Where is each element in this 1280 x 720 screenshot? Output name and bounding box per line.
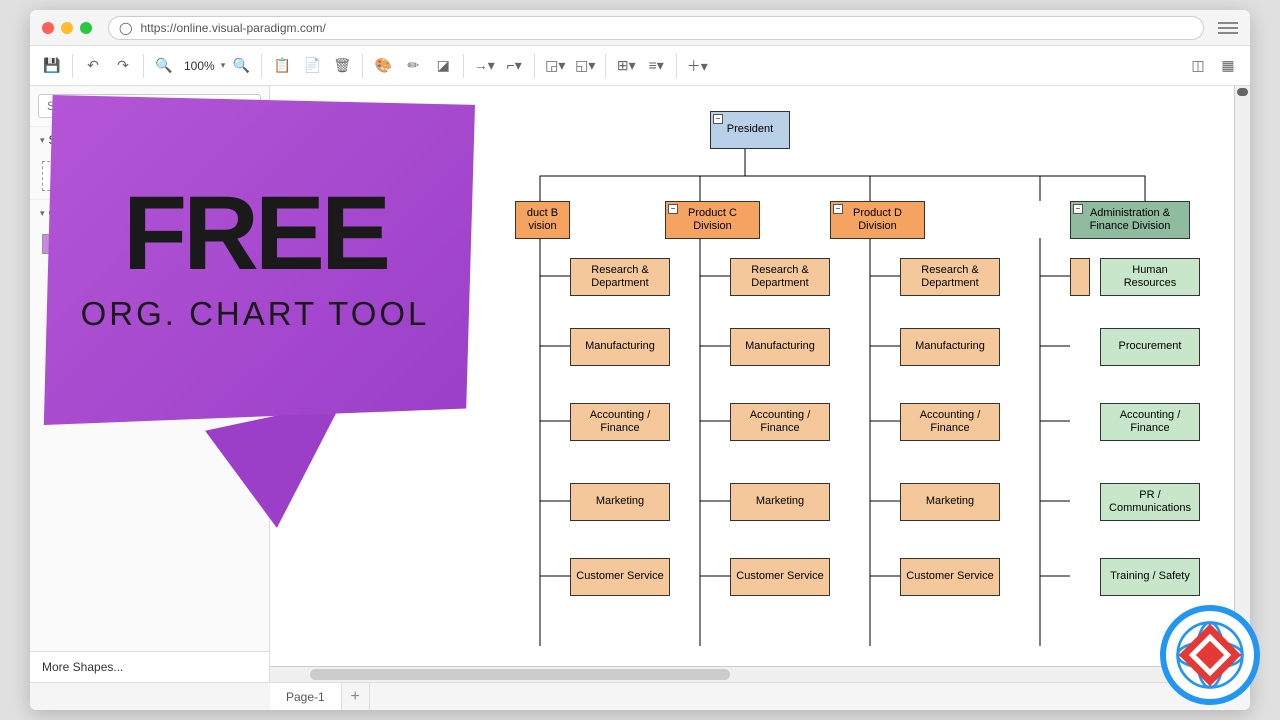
line-color-button[interactable]: ✏ — [399, 52, 427, 80]
node-dept[interactable]: PR / Communications — [1100, 483, 1200, 521]
maximize-window-button[interactable] — [80, 22, 92, 34]
shadow-button[interactable]: ◪ — [429, 52, 457, 80]
node-division-d[interactable]: − Product D Division — [830, 201, 925, 239]
collapse-icon[interactable]: − — [713, 114, 723, 124]
format-panel-button[interactable]: ◫ — [1184, 52, 1212, 80]
zoom-in-button[interactable]: 🔍 — [227, 52, 255, 80]
save-button[interactable]: 💾 — [38, 52, 66, 80]
add-button[interactable]: ＋▾ — [683, 52, 711, 80]
node-dept[interactable]: Accounting / Finance — [900, 403, 1000, 441]
node-division-c[interactable]: − Product C Division — [665, 201, 760, 239]
minimize-window-button[interactable] — [61, 22, 73, 34]
vertical-scrollbar[interactable] — [1234, 86, 1250, 666]
node-dept[interactable]: Human Resources — [1100, 258, 1200, 296]
node-dept[interactable]: Manufacturing — [900, 328, 1000, 366]
more-shapes-button[interactable]: More Shapes... — [30, 651, 269, 682]
copy-button[interactable]: 📋 — [268, 52, 296, 80]
close-window-button[interactable] — [42, 22, 54, 34]
horizontal-scrollbar[interactable] — [270, 666, 1234, 682]
node-dept[interactable]: Marketing — [900, 483, 1000, 521]
node-dept-partial[interactable] — [1070, 258, 1090, 296]
add-page-button[interactable]: + — [342, 683, 370, 710]
banner-tail — [205, 402, 365, 539]
node-dept[interactable]: Accounting / Finance — [730, 403, 830, 441]
node-president[interactable]: − President — [710, 111, 790, 149]
to-front-button[interactable]: ◲▾ — [541, 52, 569, 80]
banner-ribbon: FREE ORG. CHART TOOL — [35, 95, 475, 425]
group-button[interactable]: ⊞▾ — [612, 52, 640, 80]
undo-button[interactable]: ↶ — [79, 52, 107, 80]
url-text: https://online.visual-paradigm.com/ — [140, 21, 325, 35]
browser-titlebar: ◯ https://online.visual-paradigm.com/ — [30, 10, 1250, 46]
node-dept[interactable]: Research & Department — [730, 258, 830, 296]
node-dept[interactable]: Marketing — [570, 483, 670, 521]
zoom-level[interactable]: 100% — [180, 59, 219, 73]
redo-button[interactable]: ↷ — [109, 52, 137, 80]
bottom-bar: Page-1 + — [30, 682, 1250, 710]
url-bar[interactable]: ◯ https://online.visual-paradigm.com/ — [108, 16, 1204, 40]
promo-title: FREE — [123, 187, 387, 282]
fill-color-button[interactable]: 🎨 — [369, 52, 397, 80]
paste-button[interactable]: 📄 — [298, 52, 326, 80]
waypoint-button[interactable]: ⌐▾ — [500, 52, 528, 80]
node-dept[interactable]: Research & Department — [900, 258, 1000, 296]
node-dept[interactable]: Marketing — [730, 483, 830, 521]
node-dept[interactable]: Research & Department — [570, 258, 670, 296]
scrollbar-thumb[interactable] — [1237, 88, 1248, 96]
delete-button[interactable]: 🗑 — [328, 52, 356, 80]
toolbar: 💾 ↶ ↷ 🔍 100% ▾ 🔍 📋 📄 🗑 🎨 ✏ ◪ →▾ ⌐▾ ◲▾ ◱▾… — [30, 46, 1250, 86]
scrollbar-thumb[interactable] — [310, 669, 730, 680]
node-dept[interactable]: Procurement — [1100, 328, 1200, 366]
promo-banner: FREE ORG. CHART TOOL — [35, 95, 475, 525]
globe-icon: ◯ — [119, 21, 132, 35]
collapse-icon[interactable]: − — [668, 204, 678, 214]
node-dept[interactable]: Customer Service — [900, 558, 1000, 596]
node-dept[interactable]: Training / Safety — [1100, 558, 1200, 596]
window-controls — [42, 22, 92, 34]
outline-panel-button[interactable]: ▦ — [1214, 52, 1242, 80]
node-dept[interactable]: Manufacturing — [570, 328, 670, 366]
menu-button[interactable] — [1218, 18, 1238, 38]
collapse-icon[interactable]: − — [833, 204, 843, 214]
align-button[interactable]: ≡▾ — [642, 52, 670, 80]
node-division-b[interactable]: duct B vision — [515, 201, 570, 239]
brand-logo — [1160, 605, 1260, 705]
node-dept[interactable]: Accounting / Finance — [570, 403, 670, 441]
node-dept[interactable]: Manufacturing — [730, 328, 830, 366]
node-division-admin[interactable]: − Administration & Finance Division — [1070, 201, 1190, 239]
node-dept[interactable]: Customer Service — [730, 558, 830, 596]
node-dept[interactable]: Accounting / Finance — [1100, 403, 1200, 441]
to-back-button[interactable]: ◱▾ — [571, 52, 599, 80]
connector-style-button[interactable]: →▾ — [470, 52, 498, 80]
collapse-icon[interactable]: − — [1073, 204, 1083, 214]
node-dept[interactable]: Customer Service — [570, 558, 670, 596]
page-tab-1[interactable]: Page-1 — [270, 683, 342, 710]
zoom-out-button[interactable]: 🔍 — [150, 52, 178, 80]
promo-subtitle: ORG. CHART TOOL — [81, 295, 430, 333]
